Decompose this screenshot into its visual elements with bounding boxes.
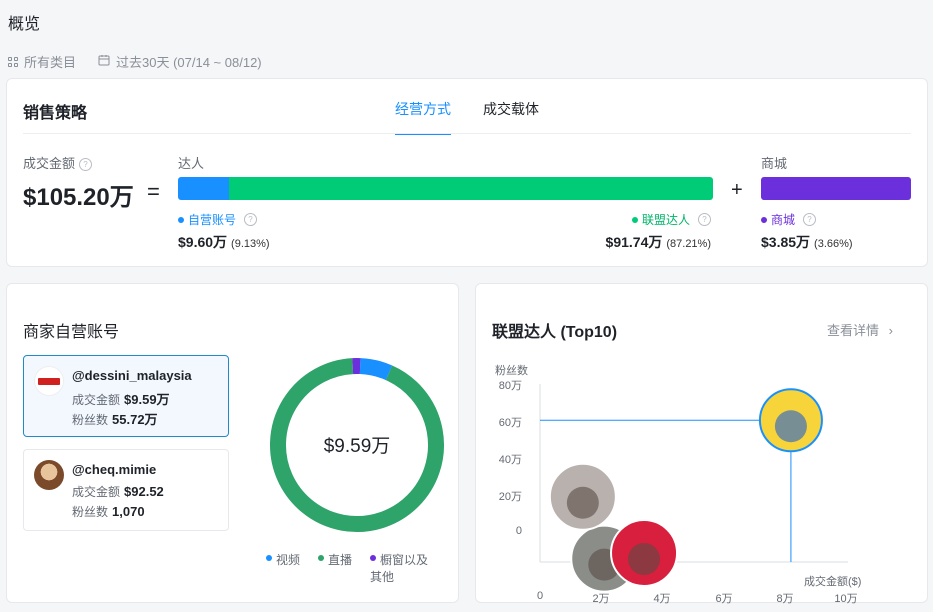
mall-share-bar	[761, 177, 911, 200]
self-account-bar-segment	[178, 177, 229, 200]
channel-donut-chart: $9.59万	[270, 358, 444, 532]
account-card-dessini[interactable]: @dessini_malaysia 成交金额 $9.59万 粉丝数 55.72万	[23, 355, 229, 437]
equals-sign: =	[147, 179, 160, 204]
legend-video-label: 视频	[276, 553, 301, 567]
help-icon[interactable]: ?	[79, 158, 93, 171]
self-account-label: 自营账号	[188, 213, 237, 227]
fans-label: 粉丝数	[72, 413, 109, 427]
tab-transaction-carrier[interactable]: 成交载体	[483, 99, 539, 135]
donut-legend-live: 直播	[318, 551, 352, 568]
legend-live-label: 直播	[328, 553, 353, 567]
affiliate-label: 联盟达人	[641, 213, 690, 227]
green-dot-icon	[631, 216, 638, 223]
donut-center-value: $9.59万	[324, 436, 391, 457]
brand-logo-avatar	[34, 366, 64, 396]
account-fans-row: 粉丝数 55.72万	[72, 409, 158, 428]
self-account-pct: (9.13%)	[231, 238, 270, 250]
legend-window-line1: 橱窗以及	[380, 553, 429, 567]
affiliates-card: 联盟达人 (Top10) 查看详情 › 粉丝数 成交金额($) 80万 60万 …	[475, 283, 928, 605]
mall-legend: 商城?	[761, 211, 817, 228]
avatar-figure	[566, 486, 599, 519]
date-range-filter[interactable]: 过去30天 (07/14 ~ 08/12)	[116, 52, 262, 71]
avatar-figure	[628, 543, 661, 575]
help-icon[interactable]: ?	[803, 213, 817, 226]
sales-strategy-card: 销售策略 经营方式 成交载体 成交金额? $105.20万 = 达人 + 商城 …	[6, 78, 928, 267]
gmv-label: 成交金额	[72, 485, 121, 499]
divider	[23, 133, 911, 134]
legend-window-label: 橱窗以及 其他	[370, 551, 429, 585]
grid-icon	[8, 56, 18, 67]
self-account-value: $9.60万 (9.13%)	[178, 232, 270, 252]
category-filter[interactable]: 所有类目	[24, 52, 76, 71]
mall-amount: $3.85万	[761, 234, 811, 250]
affiliate-amount: $91.74万	[605, 234, 663, 250]
creator-group-label: 达人	[178, 156, 205, 171]
account-card-cheq-mimie[interactable]: @cheq.mimie 成交金额 $92.52 粉丝数 1,070	[23, 449, 229, 531]
affiliate-bar-segment	[228, 177, 713, 200]
page-title: 概览	[8, 16, 41, 33]
legend-window-line2: 其他	[370, 570, 395, 584]
mall-group-label: 商城	[761, 156, 788, 171]
gmv-label: 成交金额	[72, 393, 121, 407]
affiliate-value: $91.74万 (87.21%)	[606, 232, 711, 252]
account-fans: 1,070	[112, 504, 145, 519]
blue-dot-icon	[266, 555, 272, 561]
creator-share-bar	[178, 177, 713, 200]
mall-bar-segment	[761, 177, 911, 200]
affiliate-pct: (87.21%)	[666, 238, 711, 250]
help-icon[interactable]: ?	[698, 213, 711, 226]
donut-legend-video: 视频	[266, 551, 300, 568]
self-accounts-card: 商家自营账号 @dessini_malaysia 成交金额 $9.59万 粉丝数 5…	[6, 283, 459, 603]
self-account-legend: 自营账号?	[178, 211, 258, 228]
mall-label: 商城	[771, 213, 796, 227]
blue-dot-icon	[178, 216, 184, 223]
affiliate-legend: 联盟达人?	[631, 211, 711, 228]
tab-business-mode[interactable]: 经营方式	[395, 99, 451, 135]
account-name: @dessini_malaysia	[72, 368, 192, 383]
account-gmv: $9.59万	[124, 392, 170, 407]
sales-strategy-title: 销售策略	[23, 105, 88, 122]
self-account-amount: $9.60万	[178, 234, 228, 250]
account-fans: 55.72万	[112, 412, 158, 427]
account-name: @cheq.mimie	[72, 462, 157, 477]
donut-legend-window: 橱窗以及 其他	[370, 551, 428, 585]
avatar-figure	[774, 410, 807, 443]
calendar-icon	[98, 54, 110, 69]
fans-label: 粉丝数	[72, 505, 109, 519]
donut-slice[interactable]	[359, 358, 393, 381]
gmv-label-row: 成交金额?	[23, 153, 93, 172]
user-avatar	[34, 460, 64, 490]
gmv-value: $105.20万	[23, 184, 134, 211]
mall-value: $3.85万 (3.66%)	[761, 232, 853, 252]
help-icon[interactable]: ?	[244, 213, 258, 226]
filter-bar: 所有类目 过去30天 (07/14 ~ 08/12)	[8, 52, 262, 71]
purple-dot-icon	[761, 216, 767, 223]
account-fans-row: 粉丝数 1,070	[72, 503, 145, 520]
plus-sign: +	[731, 179, 743, 201]
mall-pct: (3.66%)	[814, 238, 853, 250]
account-gmv-row: 成交金额 $9.59万	[72, 389, 170, 408]
green-dot-icon	[318, 555, 324, 561]
purple-dot-icon	[370, 555, 376, 561]
account-gmv-row: 成交金额 $92.52	[72, 483, 164, 500]
self-accounts-title: 商家自营账号	[23, 324, 120, 341]
strategy-tabs: 经营方式 成交载体	[395, 99, 539, 135]
gmv-label: 成交金额	[23, 156, 76, 171]
account-gmv: $92.52	[124, 484, 164, 499]
affiliate-scatter-plot	[539, 384, 848, 593]
